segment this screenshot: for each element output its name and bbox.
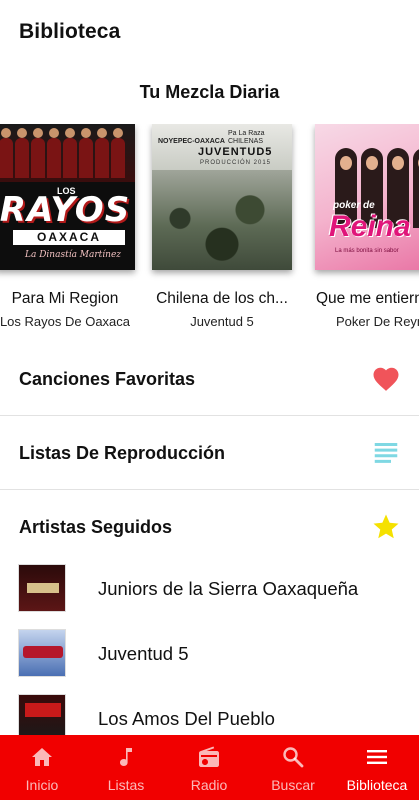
album-name[interactable]: Para Mi Region	[0, 290, 140, 308]
followed-artist-item[interactable]: Juventud 5	[0, 623, 419, 687]
artist-thumbnail	[18, 629, 66, 677]
menu-icon	[367, 750, 387, 764]
nav-label: Buscar	[271, 777, 315, 793]
favorites-label: Canciones Favoritas	[19, 369, 196, 389]
nav-label: Biblioteca	[346, 777, 408, 793]
album-name[interactable]: Que me entiern	[307, 290, 419, 308]
album-cover[interactable]: LOS RAYOS OAXACA La Dinastía Martínez	[0, 124, 135, 270]
album-card[interactable]: poker de Reina La más bonita sin sabor Q…	[307, 124, 419, 329]
nav-listas[interactable]: Listas	[84, 735, 168, 800]
nav-radio[interactable]: Radio	[167, 735, 251, 800]
album-artist: Poker De Reyn	[336, 314, 419, 329]
artist-name: Juniors de la Sierra Oaxaqueña	[98, 578, 359, 599]
radio-icon	[199, 746, 219, 767]
album-artist: Juventud 5	[190, 314, 254, 329]
playlists-label: Listas De Reproducción	[19, 443, 226, 463]
page-title: Biblioteca	[19, 20, 121, 43]
nav-inicio[interactable]: Inicio	[0, 735, 84, 800]
list-icon	[374, 443, 398, 463]
music-note-icon	[120, 748, 132, 766]
daily-mix-carousel[interactable]: LOS RAYOS OAXACA La Dinastía Martínez Pa…	[0, 124, 419, 339]
album-card[interactable]: LOS RAYOS OAXACA La Dinastía Martínez Pa…	[0, 124, 140, 329]
artist-name: Los Amos Del Pueblo	[98, 708, 275, 729]
artist-name: Juventud 5	[98, 643, 189, 664]
followed-artist-item[interactable]: Juniors de la Sierra Oaxaqueña	[0, 558, 419, 622]
album-artist: Los Rayos De Oaxaca	[0, 314, 131, 329]
nav-label: Radio	[190, 777, 228, 793]
nav-buscar[interactable]: Buscar	[251, 735, 335, 800]
playlists-row[interactable]: Listas De Reproducción	[0, 416, 419, 490]
heart-icon	[373, 367, 399, 391]
app-header: Biblioteca	[0, 0, 419, 68]
followed-artists-row[interactable]: Artistas Seguidos	[0, 490, 419, 564]
search-icon	[283, 747, 304, 768]
album-cover[interactable]: poker de Reina La más bonita sin sabor	[315, 124, 419, 270]
artist-thumbnail	[18, 564, 66, 612]
favorites-row[interactable]: Canciones Favoritas	[0, 342, 419, 416]
bottom-navigation: Inicio Listas Radio Buscar Biblioteca	[0, 735, 419, 800]
album-cover[interactable]: NOYEPEC-OAXACA Pa La Raza CHILENAS JUVEN…	[152, 124, 292, 270]
album-card[interactable]: NOYEPEC-OAXACA Pa La Raza CHILENAS JUVEN…	[147, 124, 297, 329]
daily-mix-title: Tu Mezcla Diaria	[139, 82, 280, 102]
nav-biblioteca[interactable]: Biblioteca	[335, 735, 419, 800]
home-icon	[32, 748, 52, 766]
followed-artists-label: Artistas Seguidos	[19, 517, 173, 537]
nav-label: Inicio	[25, 777, 59, 793]
star-icon	[373, 514, 399, 539]
nav-label: Listas	[107, 777, 145, 793]
album-name[interactable]: Chilena de los ch...	[147, 290, 297, 308]
